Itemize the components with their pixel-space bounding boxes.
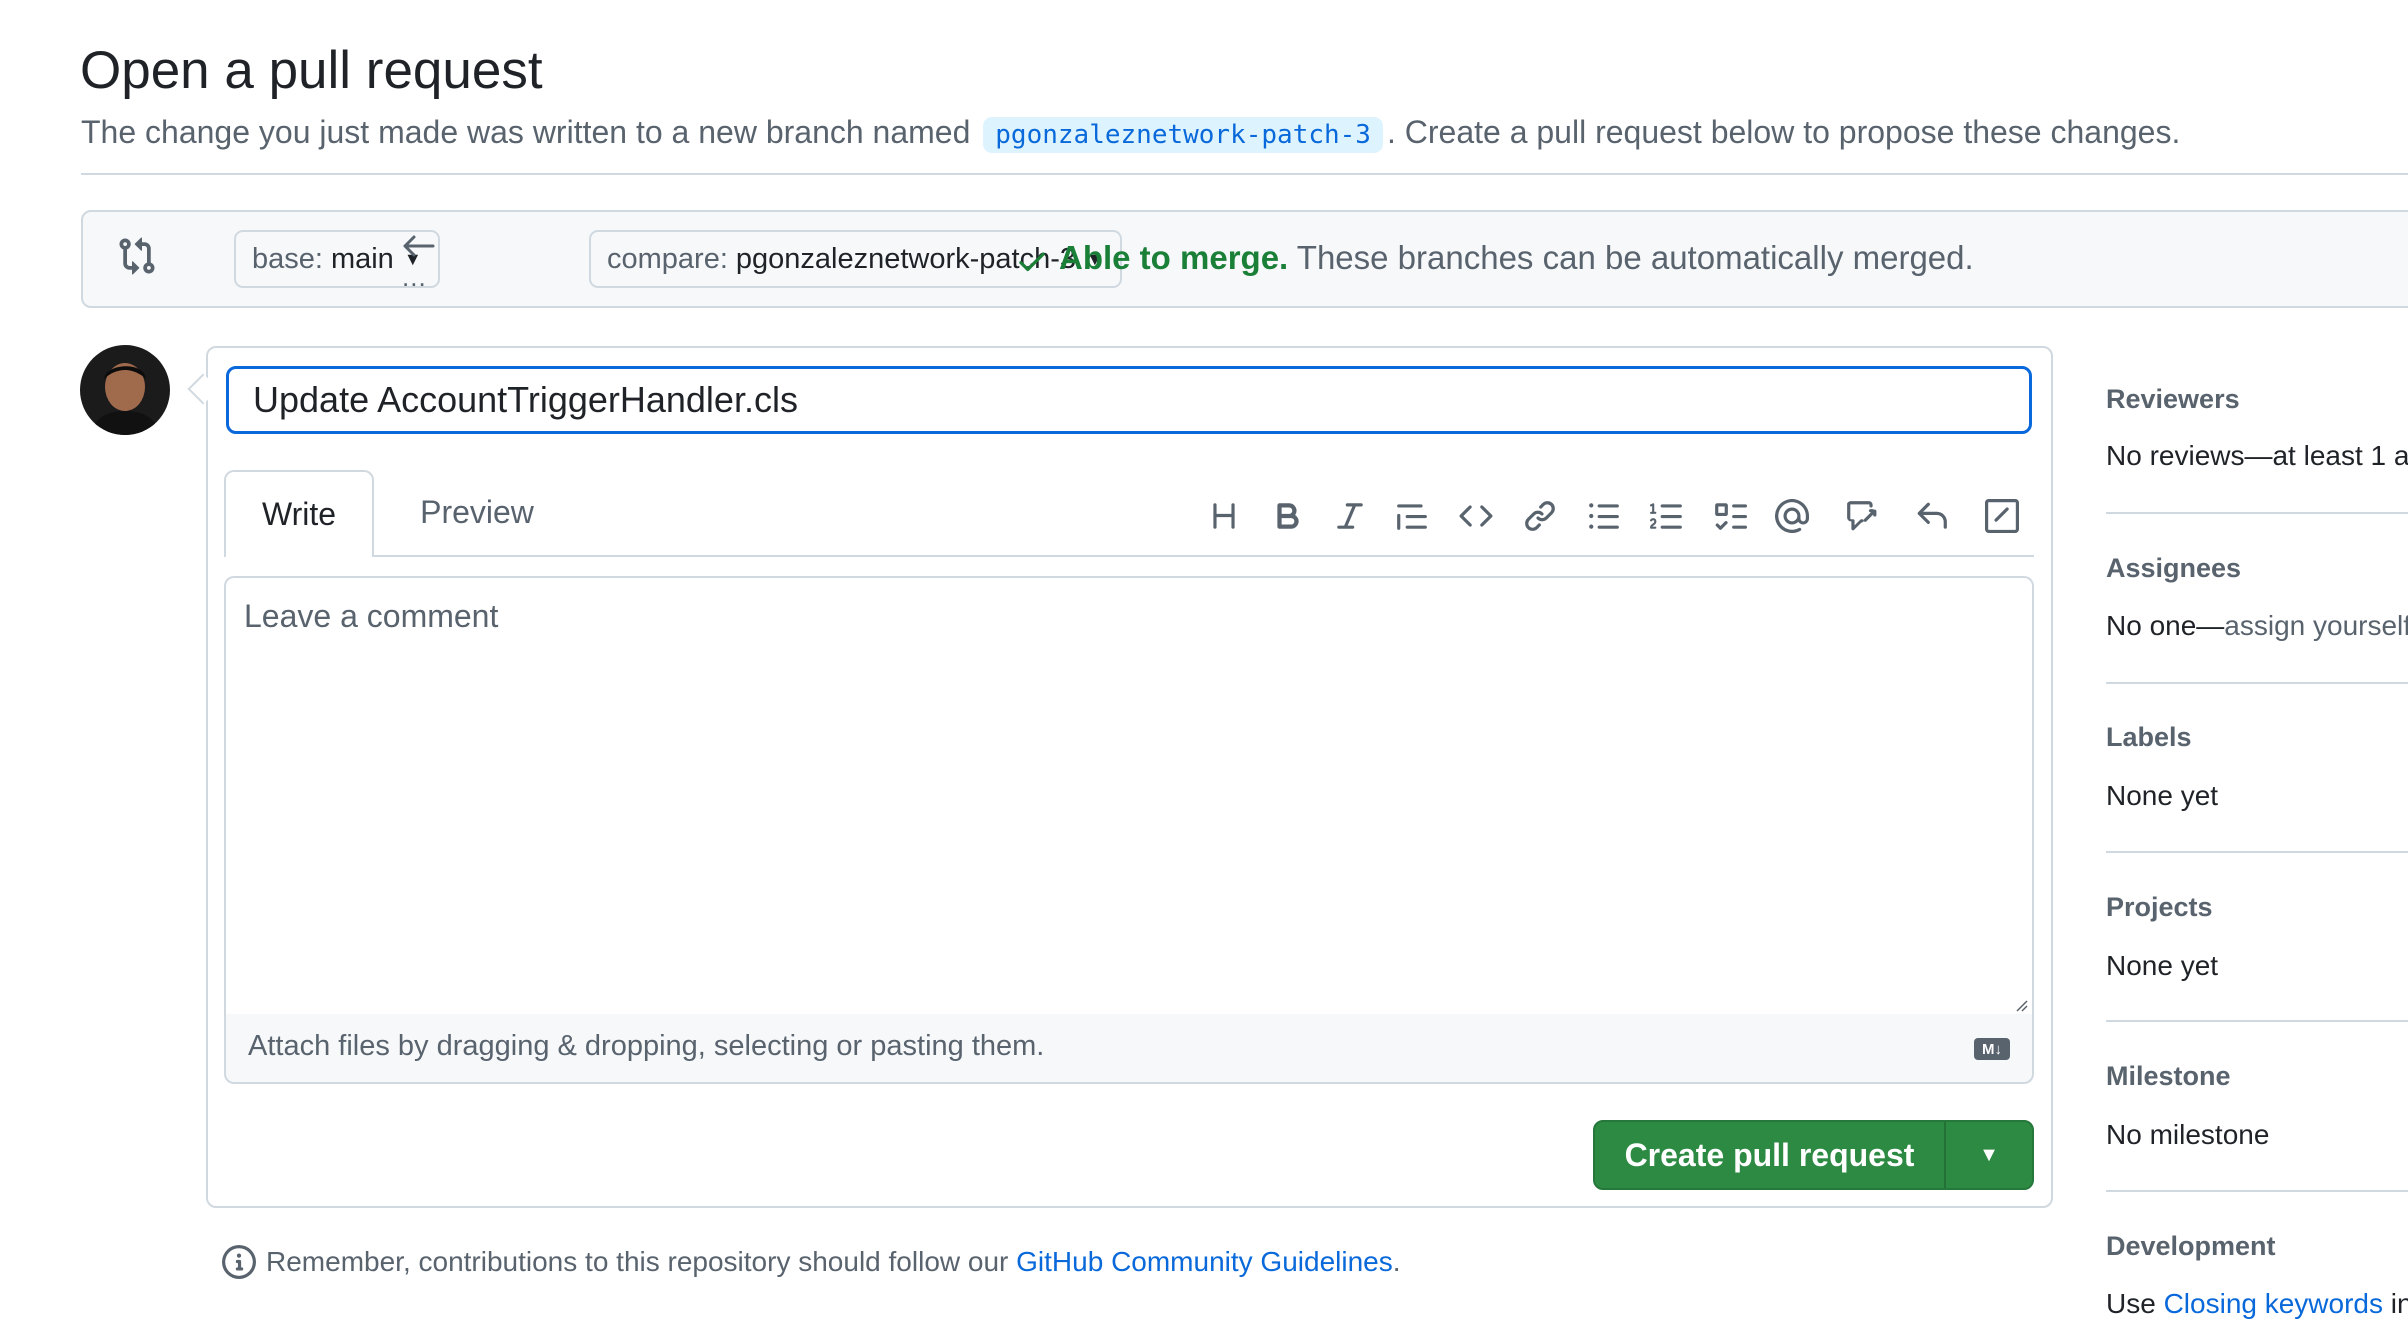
remember-text: Remember, contributions to this reposito… (266, 1246, 1009, 1277)
assignees-heading[interactable]: Assignees (2106, 553, 2241, 584)
avatar[interactable] (80, 345, 170, 435)
contribution-reminder: Remember, contributions to this reposito… (266, 1246, 1401, 1278)
divider (81, 173, 2408, 175)
compare-branches-icon (119, 237, 155, 275)
intro-text: The change you just made was written to … (81, 114, 971, 150)
branch-intro: The change you just made was written to … (81, 108, 2180, 159)
tab-preview[interactable]: Preview (392, 470, 562, 555)
branch-name-code: pgonzaleznetwork-patch-3 (983, 117, 1383, 153)
development-suffix: in (2390, 1288, 2408, 1319)
intro-text-after: . Create a pull request below to propose… (1386, 114, 2181, 150)
projects-value: None yet (2106, 950, 2219, 981)
page-title: Open a pull request (80, 41, 543, 100)
heading-icon[interactable] (1202, 494, 1246, 538)
merge-status: Able to merge. These branches can be aut… (1059, 239, 1974, 277)
tab-write[interactable]: Write (224, 470, 374, 557)
sidebar-divider (2106, 1020, 2408, 1022)
labels-heading[interactable]: Labels (2106, 722, 2192, 753)
link-icon[interactable] (1518, 494, 1562, 538)
labels-value: None yet (2106, 780, 2219, 811)
reply-icon[interactable] (1910, 494, 1954, 538)
assignees-value: No one—assign yourself (2106, 610, 2408, 642)
closing-keywords-link[interactable]: Closing keywords (2164, 1288, 2383, 1319)
compare-dots: ... (402, 262, 427, 292)
projects-heading[interactable]: Projects (2106, 892, 2213, 923)
create-pull-request-button[interactable]: Create pull request ▼ (1593, 1120, 2034, 1190)
merge-status-detail: These branches can be automatically merg… (1296, 239, 1974, 276)
sidebar-divider (2106, 1190, 2408, 1192)
remember-period: . (1392, 1246, 1401, 1277)
community-guidelines-link[interactable]: GitHub Community Guidelines (1016, 1246, 1393, 1277)
comment-textarea[interactable] (224, 576, 2034, 1016)
unordered-list-icon[interactable] (1582, 494, 1626, 538)
italic-icon[interactable] (1328, 494, 1372, 538)
resize-handle-icon[interactable] (2012, 996, 2028, 1012)
slash-commands-icon[interactable] (1980, 494, 2024, 538)
reviewers-value: No reviews—at least 1 ap (2106, 440, 2408, 471)
code-icon[interactable] (1454, 494, 1498, 538)
base-value: main (330, 242, 394, 275)
reviewers-heading[interactable]: Reviewers (2106, 384, 2240, 415)
tab-divider (224, 555, 2034, 557)
sidebar-divider (2106, 512, 2408, 514)
milestone-value: No milestone (2106, 1119, 2270, 1150)
assign-yourself-link[interactable]: assign yourself (2224, 610, 2408, 641)
info-icon (222, 1245, 256, 1279)
compare-label: compare: (607, 242, 728, 275)
create-options-dropdown[interactable]: ▼ (1944, 1122, 2032, 1188)
development-prefix: Use (2106, 1288, 2164, 1319)
check-icon (1019, 252, 1045, 272)
attach-files-text: Attach files by dragging & dropping, sel… (248, 1030, 1045, 1062)
sidebar-divider (2106, 682, 2408, 684)
title-input[interactable] (226, 366, 2032, 434)
development-heading: Development (2106, 1231, 2276, 1261)
sidebar-divider (2106, 851, 2408, 853)
cross-reference-icon[interactable] (1840, 494, 1884, 538)
ordered-list-icon[interactable] (1645, 494, 1689, 538)
markdown-icon[interactable]: M↓ (1974, 1038, 2010, 1060)
bold-icon[interactable] (1266, 494, 1310, 538)
quote-icon[interactable] (1390, 494, 1434, 538)
merge-status-ok: Able to merge. (1059, 239, 1289, 276)
development-value: Use Closing keywords in (2106, 1288, 2408, 1320)
task-list-icon[interactable] (1708, 494, 1752, 538)
mention-icon[interactable] (1770, 494, 1814, 538)
caret-down-icon: ▼ (1979, 1143, 1999, 1166)
base-label: base: (252, 242, 323, 275)
arrow-left-icon (403, 235, 435, 257)
milestone-heading[interactable]: Milestone (2106, 1061, 2231, 1092)
assignees-none: No one— (2106, 610, 2225, 641)
create-pull-request-label[interactable]: Create pull request (1595, 1122, 1944, 1188)
